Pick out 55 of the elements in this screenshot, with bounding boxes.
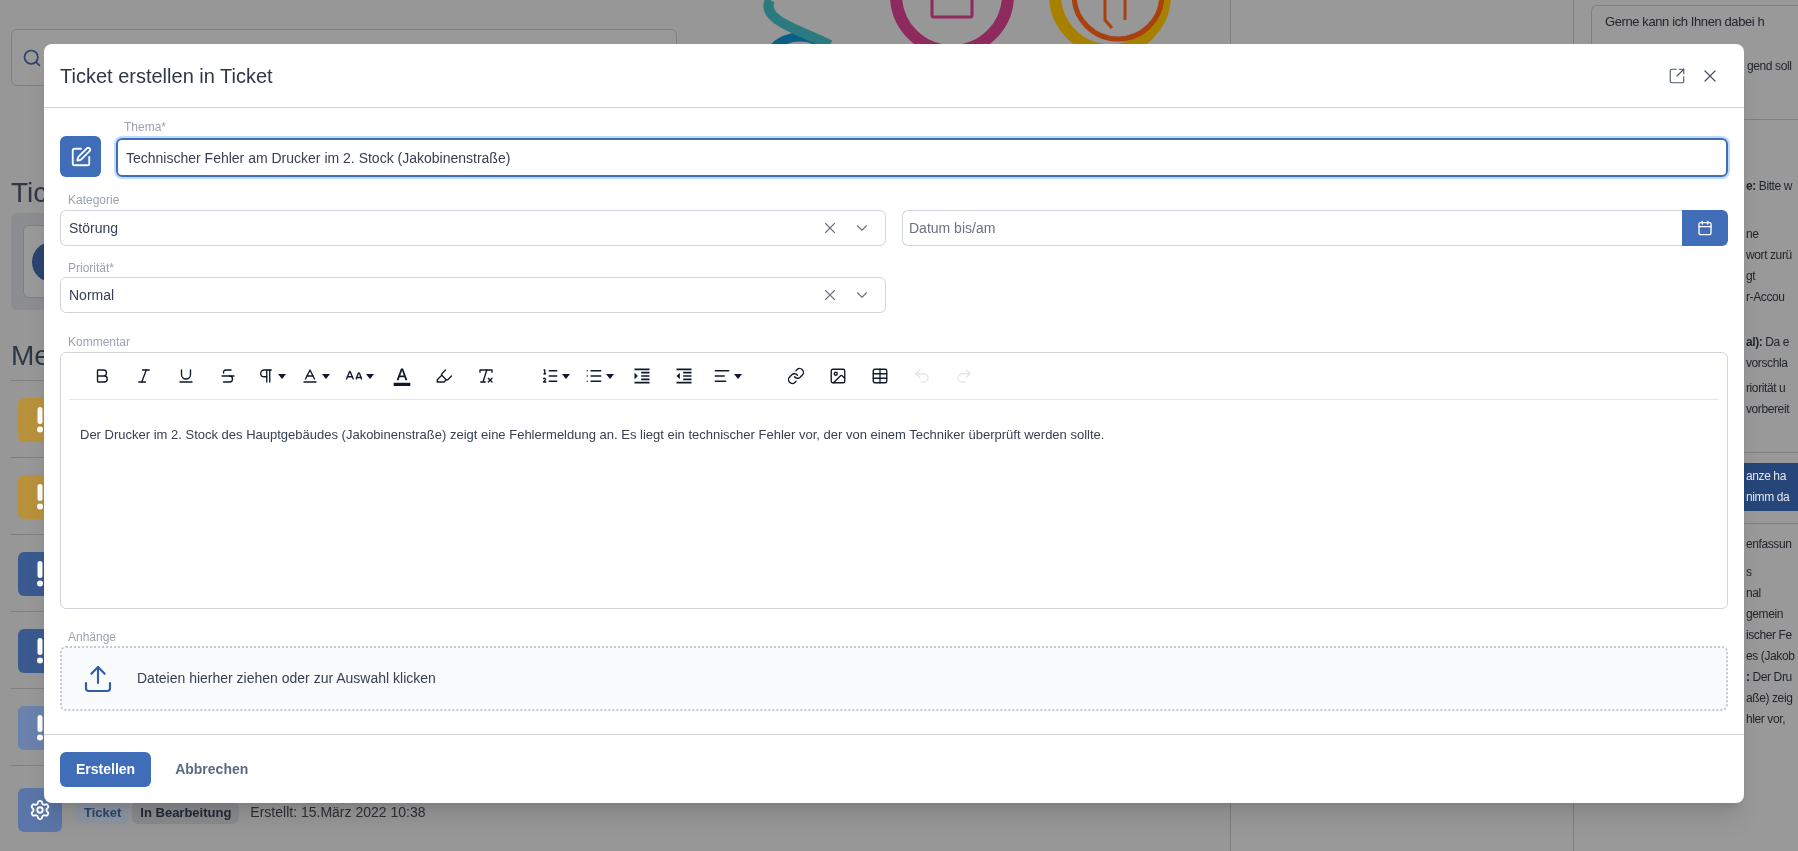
summary-line: s [1746,564,1752,581]
banner-line: nimm da [1746,489,1790,506]
summary-line: nal [1746,585,1761,602]
type-badge: Ticket [76,802,130,824]
message-line: vorbereit [1746,401,1790,418]
message-line: vorschla [1746,355,1788,372]
pencil-icon [69,145,92,168]
banner-line: anze ha [1746,468,1786,485]
field-label: Kategorie [67,193,120,207]
create-button[interactable]: Erstellen [60,751,152,787]
dropzone-hint: Dateien hierher ziehen oder zur Auswahl klicken [137,669,436,688]
summary-line: gemein [1746,606,1783,623]
caret-icon [561,373,570,379]
select-field[interactable]: Normal [60,277,886,313]
message-line: ne [1746,226,1759,243]
edit-button[interactable] [60,136,101,177]
date-input[interactable]: Datum bis/am [902,210,1682,246]
expand-icon[interactable] [1668,66,1686,85]
cancel-button[interactable]: Abbrechen [161,751,263,787]
caret-icon [733,373,742,379]
caret-icon [365,373,374,379]
calendar-button[interactable] [1682,210,1728,246]
settings-icon [29,799,51,821]
select-field[interactable]: Störung [60,210,886,246]
caret-icon [605,373,614,379]
message-line: gt [1746,268,1756,285]
select-value: Normal [69,285,116,305]
summary-line: enfassun [1746,536,1792,553]
dialog-title: Ticket erstellen in Ticket [60,63,274,89]
message-line: gend soll [1747,58,1792,75]
summary-line: es (Jakob [1746,648,1795,665]
summary-line: : Der Dru [1746,669,1792,686]
caret-icon [277,373,286,379]
summary-line: hler vor, [1746,711,1786,728]
field-label: Anhänge [67,630,117,644]
message-line: Gerne kann ich Ihnen dabei h [1605,13,1765,31]
dropzone[interactable]: Dateien hierher ziehen oder zur Auswahl klicken [60,646,1728,711]
field-label: Priorität* [67,261,114,275]
summary-line: ischer Fe [1746,627,1792,644]
status-badge: In Bearbeitung [132,802,240,824]
search-icon [22,47,42,68]
created-date: Erstellt: 15.März 2022 10:38 [250,803,426,823]
message-line: wort zurü [1746,247,1792,264]
message-line: e: Bitte w [1746,178,1793,195]
comment-text: Der Drucker im 2. Stock des Hauptgebäudes (Jakobinenstraße) zeigt eine Fehlermeldung an. Es liegt ein technischer Fehler vor, der von einem Techniker überprüft werden sollte. [79,426,1106,444]
field-label: Thema* [123,120,167,134]
message-line: r-Accou [1746,289,1785,306]
field-label: Kommentar [67,335,131,349]
message-line: riorität u [1746,380,1786,397]
subject-input[interactable]: Technischer Fehler am Drucker im 2. Stock (Jakobinenstraße) [116,138,1728,177]
message-line: al): Da e [1746,334,1790,351]
calendar-icon [1697,220,1713,236]
summary-line: aße) zeig [1746,690,1793,707]
select-value: Störung [69,218,120,238]
caret-icon [321,373,330,379]
